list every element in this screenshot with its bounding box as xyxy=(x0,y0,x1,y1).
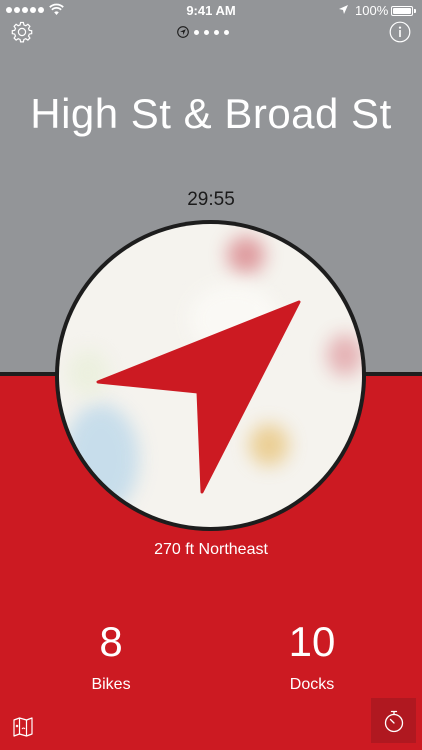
map-icon[interactable] xyxy=(12,716,34,738)
compass-dial xyxy=(55,220,366,531)
page-dot[interactable] xyxy=(194,29,199,35)
bikes-stat: 8 Bikes xyxy=(41,620,181,694)
page-dot[interactable] xyxy=(214,29,219,35)
navigation-arrow-icon xyxy=(96,300,301,494)
battery-percentage: 100% xyxy=(355,3,389,18)
info-icon[interactable] xyxy=(389,21,411,43)
status-bar: 9:41 AM 100% xyxy=(0,0,422,22)
bikes-count: 8 xyxy=(99,618,123,665)
battery-icon xyxy=(391,6,413,16)
page-indicator[interactable] xyxy=(177,26,229,38)
compass-page-icon[interactable] xyxy=(177,26,189,38)
page-dot[interactable] xyxy=(204,29,209,35)
blurred-map-background xyxy=(59,224,362,527)
station-title: High St & Broad St xyxy=(30,90,392,137)
bikes-label: Bikes xyxy=(91,676,131,693)
countdown-timer: 29:55 xyxy=(187,189,235,210)
stopwatch-button[interactable] xyxy=(371,698,416,743)
battery-nub xyxy=(414,9,416,13)
stopwatch-icon xyxy=(384,710,403,732)
location-arrow-icon xyxy=(339,5,348,14)
docks-stat: 10 Docks xyxy=(242,620,382,694)
docks-count: 10 xyxy=(288,618,336,665)
docks-label: Docks xyxy=(289,676,335,693)
gear-icon[interactable] xyxy=(10,20,34,44)
page-dot[interactable] xyxy=(224,29,229,35)
distance-direction: 270 ft Northeast xyxy=(154,541,268,558)
